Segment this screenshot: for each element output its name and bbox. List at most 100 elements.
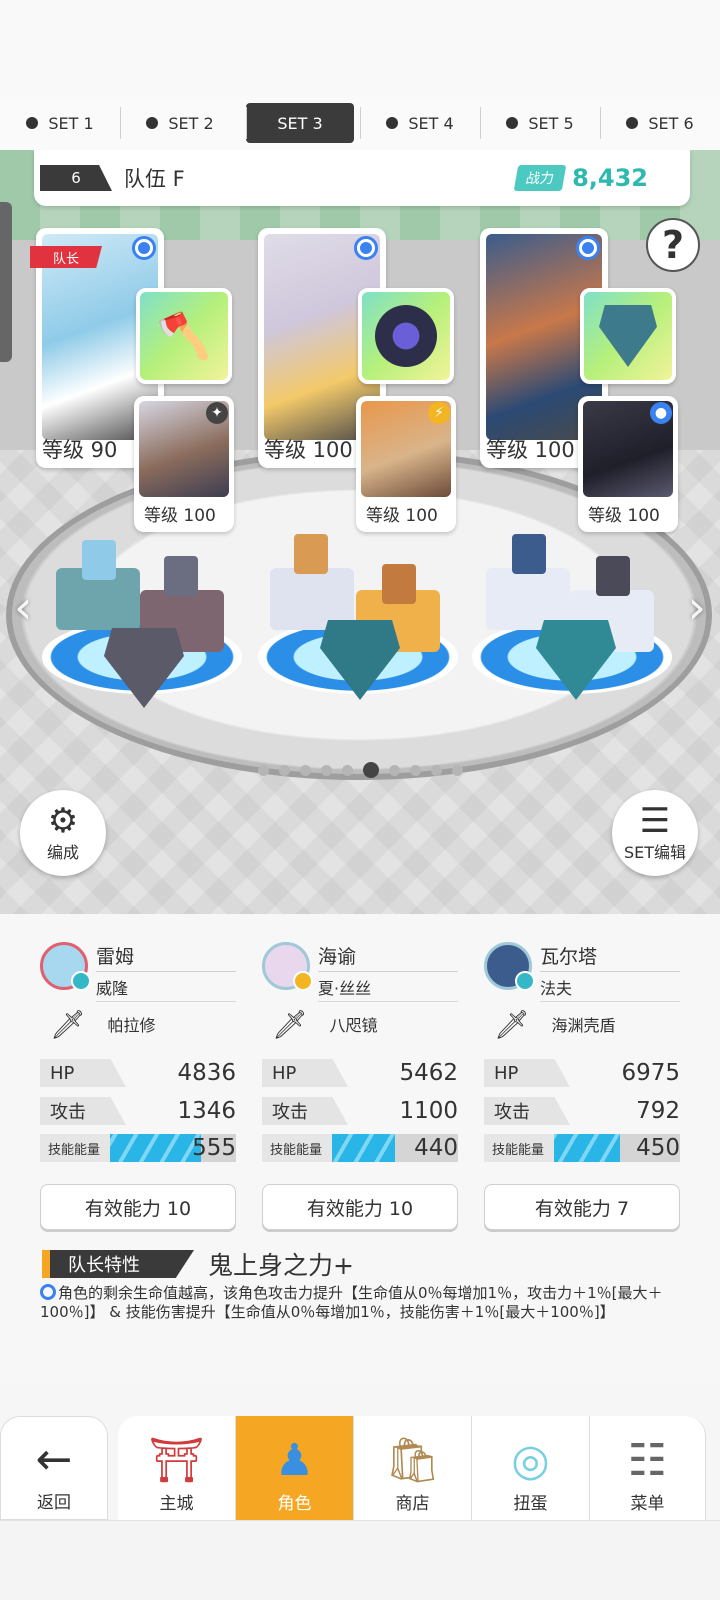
element-lightning-icon: ⚡ [428,402,450,424]
page-dot[interactable] [342,764,353,776]
avatar[interactable] [484,942,535,991]
hp-row: HP 5462 [262,1058,458,1088]
dot-icon [386,117,399,129]
character-class: 法夫 [540,979,573,998]
avatar[interactable] [40,942,91,991]
leader-tag: 队长 [30,246,102,268]
select-radio-icon[interactable] [354,236,378,260]
equipment-slot-1[interactable]: 🪓 [136,288,232,384]
next-arrow-icon[interactable]: › [688,580,706,634]
tab-label: SET 5 [528,113,574,133]
axe-weapon-icon: 🪓 [156,311,212,362]
hp-row: HP 6975 [484,1058,680,1088]
hp-label: HP [40,1059,126,1087]
character-header: 雷姆 威隆 [40,942,236,1002]
page-indicator [258,762,463,778]
page-dot[interactable] [431,764,442,776]
tab-set-3[interactable]: SET 3 [246,103,354,143]
character-class: 威隆 [96,979,129,998]
sub-character-card-2[interactable]: ⚡ 等级 100 [356,396,456,532]
page-dot[interactable] [321,764,332,776]
formation-label: 编成 [46,843,79,862]
nav-item-shop[interactable]: 🛍 商店 [354,1416,472,1520]
weapon-row[interactable]: 🗡 八咫镜 [272,998,458,1050]
page-dot[interactable] [258,764,269,776]
hp-value: 6975 [621,1060,680,1086]
attack-row: 攻击 792 [484,1096,680,1126]
element-badge-icon [293,971,313,991]
attack-label: 攻击 [262,1097,348,1125]
page-dot[interactable] [363,762,379,778]
weapon-row[interactable]: 🗡 帕拉修 [50,998,236,1050]
tab-set-4[interactable]: SET 4 [360,103,480,143]
character-sprite[interactable] [596,556,630,596]
character-sprite[interactable] [382,564,416,604]
help-icon[interactable]: ? [646,218,700,272]
character-sprite[interactable] [512,534,546,574]
tab-set-1[interactable]: SET 1 [0,103,120,143]
weapon-row[interactable]: 🗡 海渊壳盾 [494,998,680,1050]
nav-item-character[interactable]: ♟ 角色 [236,1416,354,1520]
character-sprite[interactable] [164,556,198,596]
party-stage: 6 队伍 F 战力 8,432 ? 队长 等级 90 🪓 ✦ 等级 100 等级… [0,150,720,914]
set-edit-label: SET编辑 [623,843,687,862]
select-radio-icon[interactable] [132,236,156,260]
effective-ability-button[interactable]: 有效能力 10 [40,1184,236,1230]
avatar[interactable] [262,942,313,991]
previous-arrow-icon[interactable]: ‹ [14,580,32,634]
attack-label: 攻击 [484,1097,570,1125]
nav-item-menu[interactable]: ☷ 菜单 [590,1416,706,1520]
back-button[interactable]: ← 返回 [0,1416,108,1520]
formation-button[interactable]: ⚙ 编成 [20,790,106,876]
back-arrow-icon: ← [35,1434,73,1485]
tab-set-5[interactable]: SET 5 [480,103,600,143]
element-badge-icon [71,971,91,991]
leader-trait-text: 角色的剩余生命值越高，该角色攻击力提升【生命值从0％每增加1％，攻击力＋1％[最… [40,1284,663,1321]
energy-fill [554,1134,620,1162]
nav-item-gacha[interactable]: ◎ 扭蛋 [472,1416,590,1520]
character-name: 瓦尔塔 [540,942,680,972]
dot-icon [26,117,39,129]
side-drawer-handle[interactable] [0,202,12,362]
hp-label: HP [262,1059,348,1087]
dot-icon [146,117,159,129]
character-level: 等级 100 [486,438,575,462]
energy-label: 技能能量 [262,1134,332,1162]
energy-fill [110,1134,201,1162]
skill-energy-bar: 技能能量 555 [40,1134,236,1162]
character-stats-3: 瓦尔塔 法夫 🗡 海渊壳盾 HP 6975 攻击 792 技能能量 450 有效… [484,942,680,1230]
nav-label: 角色 [277,1494,312,1514]
team-name[interactable]: 队伍 F [124,163,185,193]
weapon-name: 八咫镜 [329,1016,378,1035]
tab-set-6[interactable]: SET 6 [600,103,720,143]
stats-panel: 雷姆 威隆 🗡 帕拉修 HP 4836 攻击 1346 技能能量 555 有效能… [0,914,720,1384]
effective-ability-button[interactable]: 有效能力 10 [262,1184,458,1230]
attack-value: 1346 [177,1098,236,1124]
sub-character-level: 等级 100 [144,506,216,526]
character-sprite[interactable] [294,534,328,574]
weapon-name: 帕拉修 [107,1016,156,1035]
element-dark-icon: ✦ [206,402,228,424]
select-radio-icon[interactable] [576,236,600,260]
equipment-slot-3[interactable] [580,288,676,384]
page-dot[interactable] [389,764,400,776]
effective-ability-button[interactable]: 有效能力 7 [484,1184,680,1230]
nav-label: 扭蛋 [513,1494,548,1514]
character-sprite[interactable] [82,540,116,580]
tab-set-2[interactable]: SET 2 [120,103,240,143]
equipment-slot-2[interactable] [358,288,454,384]
page-dot[interactable] [279,764,290,776]
shop-icon: 🛍 [384,1435,441,1486]
character-class: 夏·丝丝 [318,979,372,998]
page-dot[interactable] [410,764,421,776]
shield-weapon-icon [599,305,657,367]
sub-character-card-3[interactable]: ● 等级 100 [578,396,678,532]
tab-label: SET 1 [48,113,94,133]
set-edit-button[interactable]: ☰ SET编辑 [612,790,698,876]
page-dot[interactable] [300,764,311,776]
nav-item-castle[interactable]: ⛩ 主城 [118,1416,236,1520]
skill-energy-bar: 技能能量 440 [262,1134,458,1162]
page-dot[interactable] [452,764,463,776]
team-number: 6 [40,165,112,191]
sub-character-card-1[interactable]: ✦ 等级 100 [134,396,234,532]
